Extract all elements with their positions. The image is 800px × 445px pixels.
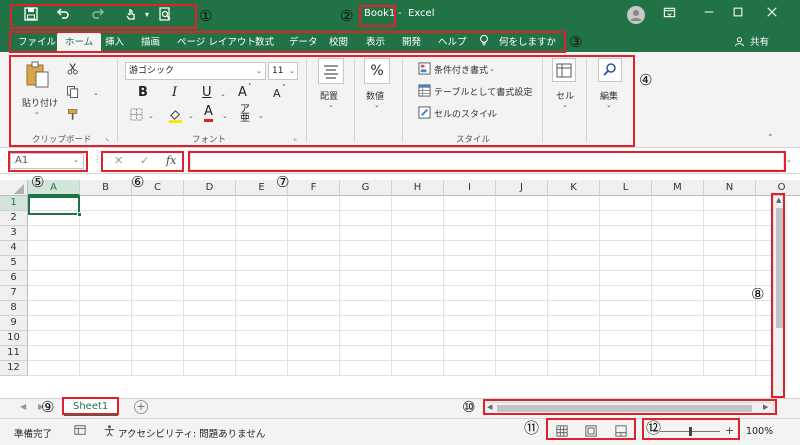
fill-handle[interactable]	[77, 212, 82, 217]
status-ready: 準備完了	[14, 429, 53, 440]
column-header[interactable]: J	[496, 180, 548, 196]
row-header[interactable]: 10	[0, 331, 28, 346]
annotation-box-sheet-tab	[62, 397, 119, 415]
new-sheet-button[interactable]: +	[134, 400, 148, 414]
column-header[interactable]: M	[652, 180, 704, 196]
column-header[interactable]: I	[444, 180, 496, 196]
maximize-icon[interactable]	[729, 6, 747, 24]
expand-formula-bar-icon[interactable]: ⌄	[786, 156, 792, 164]
column-header[interactable]: H	[392, 180, 444, 196]
row-header[interactable]: 11	[0, 346, 28, 361]
annotation-box-book-name	[359, 5, 396, 27]
close-icon[interactable]	[763, 6, 781, 24]
annotation-number-3: ③	[569, 33, 583, 51]
grid-column-line	[235, 196, 236, 376]
grid-column-line	[599, 196, 600, 376]
column-header[interactable]: D	[184, 180, 236, 196]
row-header[interactable]: 1	[0, 196, 28, 211]
app-name: Excel	[408, 8, 435, 19]
title-separator: -	[398, 8, 402, 19]
ribbon-display-icon[interactable]	[660, 6, 678, 24]
annotation-number-4: ④	[639, 71, 653, 89]
grid-row-line	[28, 270, 773, 271]
grid-column-line	[131, 196, 132, 376]
annotation-number-5: ⑤	[31, 173, 45, 191]
row-header[interactable]: 6	[0, 271, 28, 286]
annotation-box-ribbon	[9, 55, 635, 147]
grid-row-line	[28, 285, 773, 286]
row-header[interactable]: 9	[0, 316, 28, 331]
annotation-box-view-buttons	[546, 418, 636, 440]
annotation-number-7: ⑦	[276, 173, 290, 191]
grid-row-line	[28, 225, 773, 226]
column-header[interactable]: B	[80, 180, 132, 196]
annotation-number-8: ⑧	[751, 285, 765, 303]
row-header[interactable]: 5	[0, 256, 28, 271]
share-person-icon	[734, 36, 746, 48]
grid-column-line	[703, 196, 704, 376]
annotation-number-11: ⑪	[524, 419, 540, 437]
annotation-box-formula-input	[188, 151, 786, 172]
column-header[interactable]: K	[548, 180, 600, 196]
account-avatar-icon[interactable]	[627, 6, 645, 24]
row-header[interactable]: 3	[0, 226, 28, 241]
minimize-icon[interactable]	[700, 6, 718, 24]
row-header[interactable]: 4	[0, 241, 28, 256]
grid-row-line	[28, 300, 773, 301]
annotation-number-10: ⑩	[462, 398, 476, 416]
grid-column-line	[339, 196, 340, 376]
worksheet-grid: ABCDEFGHIJKLMNO 1 2 3 4 5 6 7 8 9 10 11 12 ▲	[0, 174, 800, 398]
zoom-level[interactable]: 100%	[746, 426, 773, 437]
grid-row-line	[28, 255, 773, 256]
annotation-number-9: ⑨	[41, 398, 55, 416]
accessibility-status[interactable]: アクセシビリティ: 問題ありません	[118, 426, 265, 440]
grid-column-line	[651, 196, 652, 376]
grid-column-line	[183, 196, 184, 376]
active-cell-a1[interactable]	[28, 196, 80, 215]
grid-column-line	[391, 196, 392, 376]
grid-column-line	[443, 196, 444, 376]
row-header[interactable]: 8	[0, 301, 28, 316]
row-header[interactable]: 2	[0, 211, 28, 226]
grid-row-line	[28, 360, 773, 361]
annotation-number-1: ①	[199, 7, 213, 25]
annotation-box-vertical-scroll	[771, 193, 785, 398]
annotation-box-quick-access	[10, 4, 197, 29]
annotation-box-name-box	[8, 151, 88, 172]
column-header[interactable]: L	[600, 180, 652, 196]
column-header[interactable]: G	[340, 180, 392, 196]
macro-record-icon[interactable]	[74, 424, 86, 439]
grid-column-line	[495, 196, 496, 376]
row-header[interactable]: 12	[0, 361, 28, 376]
collapse-ribbon-icon[interactable]: ˄	[768, 134, 773, 144]
annotation-number-6: ⑥	[131, 173, 145, 191]
accessibility-icon[interactable]	[103, 424, 116, 440]
grid-row-line	[28, 345, 773, 346]
sheet-nav-left-icon[interactable]: ◀	[20, 402, 26, 411]
grid-column-line	[287, 196, 288, 376]
grid-row-line	[28, 375, 773, 376]
annotation-box-horizontal-scroll	[483, 399, 777, 415]
row-header[interactable]: 7	[0, 286, 28, 301]
column-header[interactable]: N	[704, 180, 756, 196]
grid-row-line	[28, 330, 773, 331]
select-all-corner[interactable]	[0, 180, 28, 196]
grid-column-line	[79, 196, 80, 376]
share-button[interactable]: 共有	[746, 33, 773, 52]
annotation-box-tabs	[9, 31, 566, 53]
grid-row-line	[28, 240, 773, 241]
annotation-number-12: ⑫	[646, 419, 662, 437]
annotation-box-formula-buttons	[101, 151, 184, 172]
grid-row-line	[28, 210, 773, 211]
annotation-number-2: ②	[340, 7, 354, 25]
grid-row-line	[28, 315, 773, 316]
grid-column-line	[547, 196, 548, 376]
column-header[interactable]: F	[288, 180, 340, 196]
